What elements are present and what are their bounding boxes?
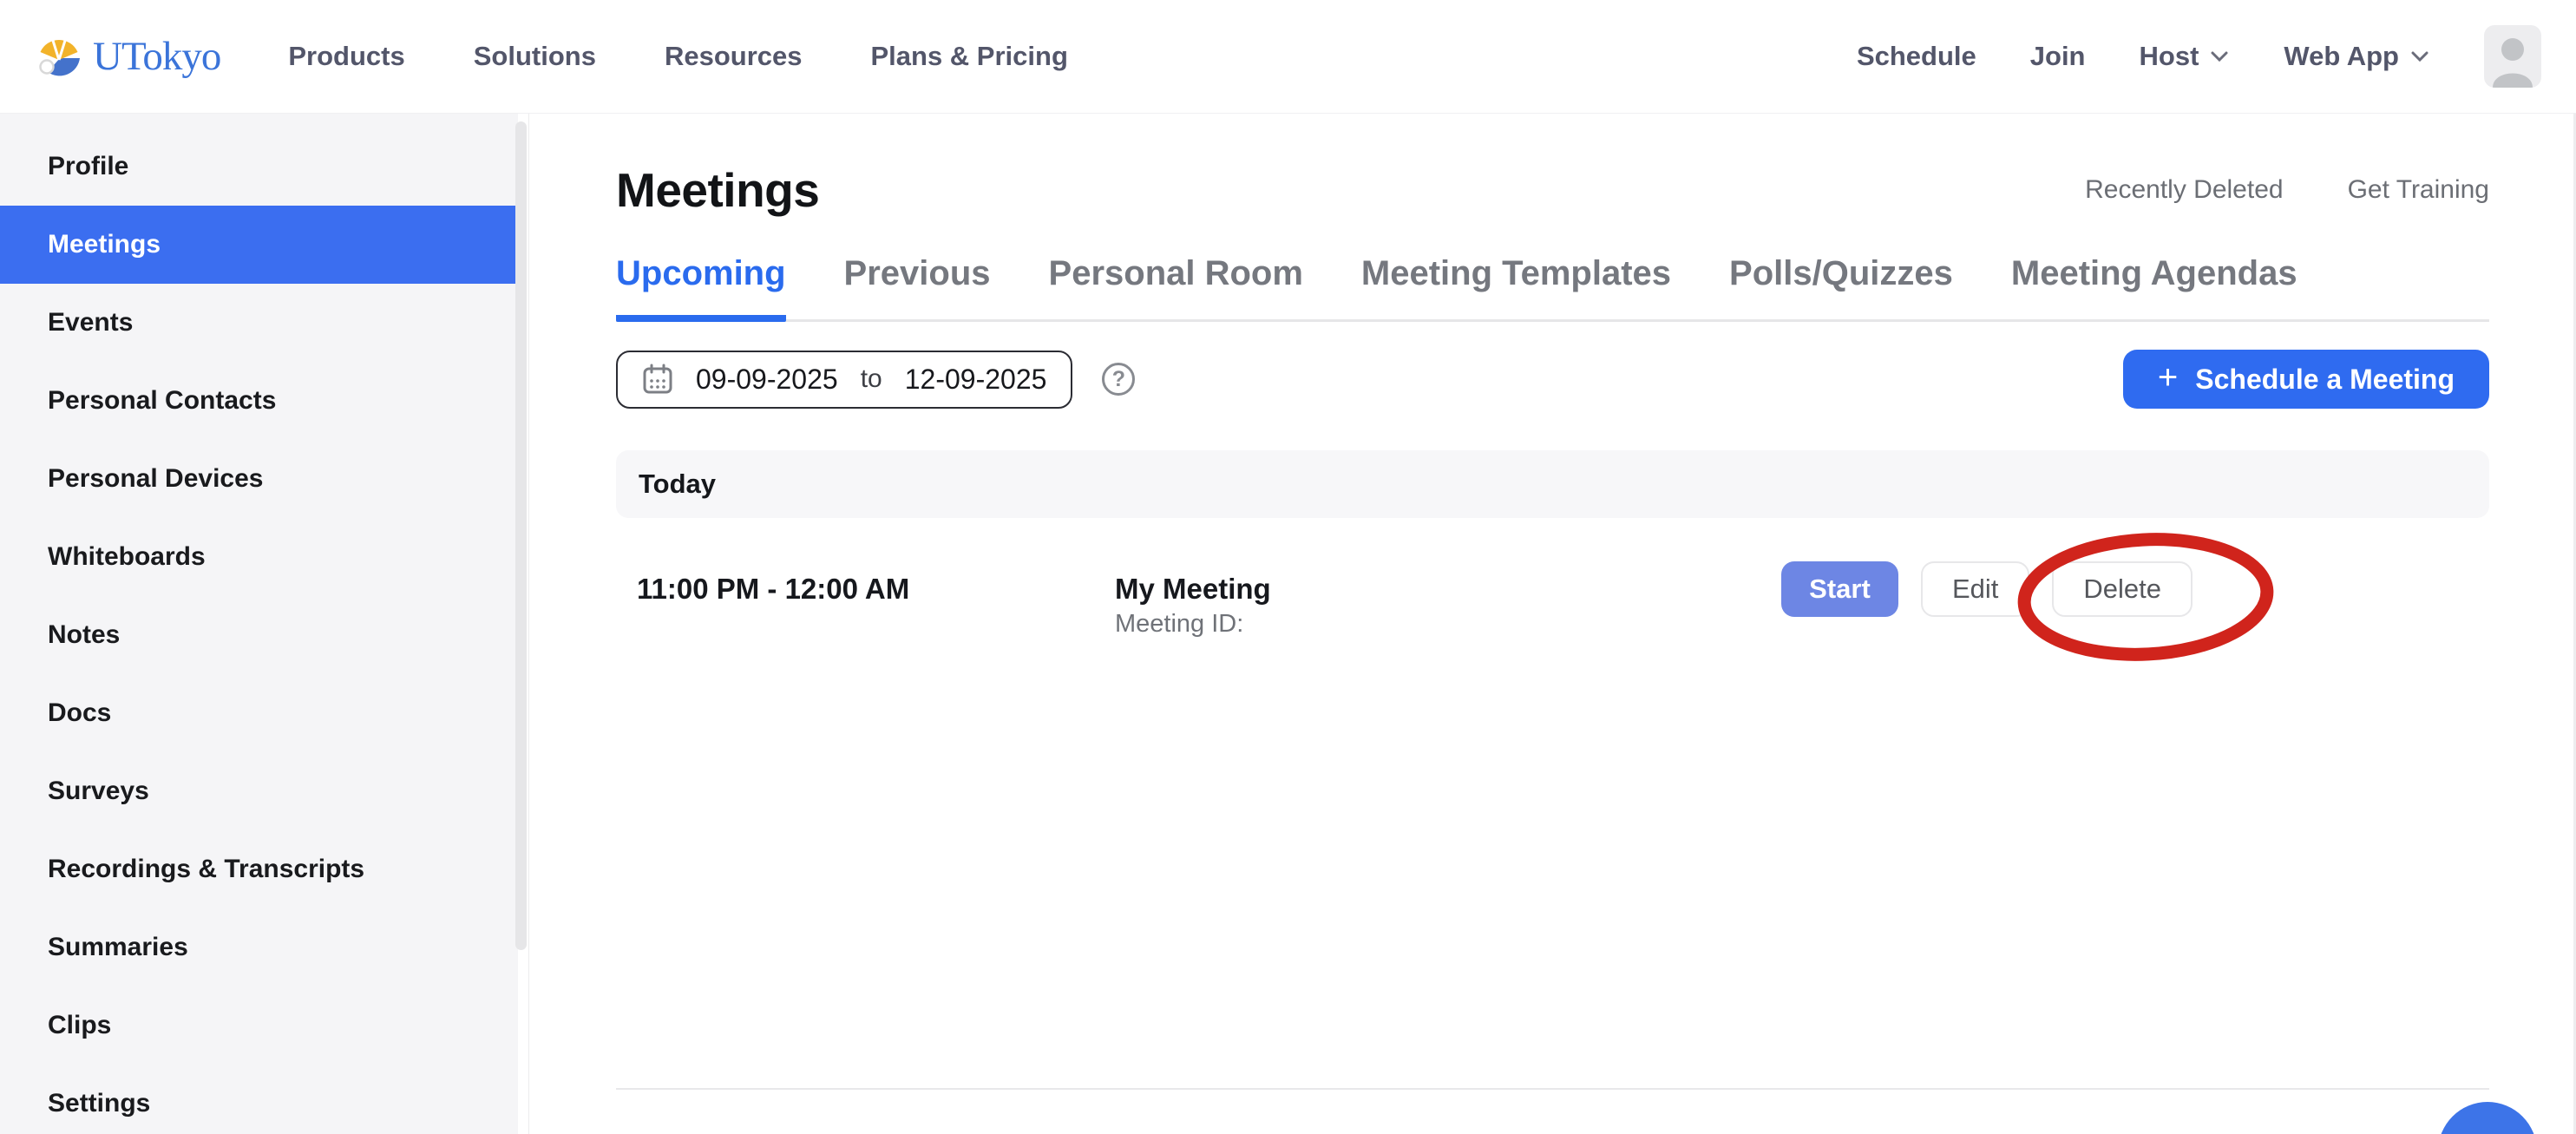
sidebar-item-clips[interactable]: Clips [0, 987, 519, 1065]
sidebar-item-personal-contacts[interactable]: Personal Contacts [0, 362, 519, 440]
profile-avatar[interactable] [2484, 25, 2541, 88]
calendar-icon [642, 364, 673, 395]
chevron-down-icon [2209, 49, 2230, 63]
recently-deleted-link[interactable]: Recently Deleted [2085, 175, 2283, 205]
sidebar-item-recordings-transcripts[interactable]: Recordings & Transcripts [0, 830, 519, 908]
tab-upcoming[interactable]: Upcoming [616, 254, 786, 322]
plus-icon: + [2158, 360, 2178, 395]
meeting-title[interactable]: My Meeting [1115, 561, 1271, 617]
nav-webapp-label: Web App [2284, 41, 2399, 72]
sidebar-scrollbar[interactable] [515, 121, 527, 950]
meeting-actions: Start Edit Delete [1781, 561, 2193, 617]
utokyo-wordmark: UTokyo [93, 33, 220, 80]
meeting-row: 11:00 PM - 12:00 AM My Meeting Meeting I… [616, 561, 2489, 639]
tab-meeting-templates[interactable]: Meeting Templates [1361, 254, 1671, 322]
nav-solutions[interactable]: Solutions [474, 41, 596, 72]
sidebar-item-surveys[interactable]: Surveys [0, 752, 519, 830]
app-body: Profile Meetings Events Personal Contact… [0, 114, 2576, 1134]
sidebar: Profile Meetings Events Personal Contact… [0, 114, 529, 1134]
nav-webapp-menu[interactable]: Web App [2284, 41, 2430, 72]
sidebar-item-profile[interactable]: Profile [0, 128, 519, 206]
edit-button[interactable]: Edit [1921, 561, 2029, 617]
get-training-link[interactable]: Get Training [2348, 175, 2489, 205]
sidebar-item-events[interactable]: Events [0, 284, 519, 362]
primary-nav: Products Solutions Resources Plans & Pri… [288, 41, 1068, 72]
bottom-divider [616, 1088, 2489, 1090]
top-navigation: UTokyo Products Solutions Resources Plan… [0, 0, 2576, 114]
date-start-value[interactable]: 09-09-2025 [696, 364, 838, 396]
nav-resources[interactable]: Resources [665, 41, 803, 72]
meeting-id-label: Meeting ID: [1115, 610, 1271, 639]
content-header: Meetings Recently Deleted Get Training [616, 162, 2489, 218]
meeting-info: My Meeting Meeting ID: [1115, 561, 1271, 639]
sidebar-item-summaries[interactable]: Summaries [0, 908, 519, 987]
tab-meeting-agendas[interactable]: Meeting Agendas [2011, 254, 2297, 322]
date-range-picker[interactable]: 09-09-2025 to 12-09-2025 [616, 351, 1072, 409]
tab-previous[interactable]: Previous [844, 254, 991, 322]
sidebar-item-meetings[interactable]: Meetings [0, 206, 519, 284]
header-links: Recently Deleted Get Training [2085, 175, 2489, 205]
meeting-time: 11:00 PM - 12:00 AM [637, 561, 1115, 617]
meetings-page: UTokyo Products Solutions Resources Plan… [0, 0, 2576, 1134]
sidebar-item-settings[interactable]: Settings [0, 1065, 519, 1134]
tab-personal-room[interactable]: Personal Room [1049, 254, 1303, 322]
nav-host-menu[interactable]: Host [2140, 41, 2231, 72]
nav-host-label: Host [2140, 41, 2199, 72]
sidebar-item-personal-devices[interactable]: Personal Devices [0, 440, 519, 518]
nav-join[interactable]: Join [2030, 41, 2086, 72]
utokyo-ginkgo-icon [37, 35, 81, 78]
schedule-meeting-label: Schedule a Meeting [2195, 364, 2455, 396]
delete-button[interactable]: Delete [2052, 561, 2193, 617]
date-range-separator: to [861, 364, 882, 394]
page-title: Meetings [616, 162, 819, 218]
today-section-header: Today [616, 450, 2489, 518]
utokyo-logo[interactable]: UTokyo [37, 33, 220, 80]
meetings-tabs: Upcoming Previous Personal Room Meeting … [616, 254, 2489, 322]
person-icon [2484, 25, 2541, 88]
sidebar-item-whiteboards[interactable]: Whiteboards [0, 518, 519, 596]
sidebar-item-docs[interactable]: Docs [0, 674, 519, 752]
start-button[interactable]: Start [1781, 561, 1898, 617]
chevron-down-icon [2409, 49, 2430, 63]
sidebar-item-notes[interactable]: Notes [0, 596, 519, 674]
help-icon[interactable]: ? [1102, 363, 1135, 396]
account-nav: Schedule Join Host Web App [1857, 25, 2541, 88]
schedule-meeting-button[interactable]: + Schedule a Meeting [2123, 350, 2489, 409]
tab-polls-quizzes[interactable]: Polls/Quizzes [1729, 254, 1953, 322]
today-label: Today [639, 469, 716, 500]
nav-plans-pricing[interactable]: Plans & Pricing [870, 41, 1067, 72]
list-controls: 09-09-2025 to 12-09-2025 ? + Schedule a … [616, 350, 2489, 409]
main-content: Meetings Recently Deleted Get Training U… [529, 114, 2576, 1134]
date-end-value[interactable]: 12-09-2025 [905, 364, 1047, 396]
nav-schedule[interactable]: Schedule [1857, 41, 1976, 72]
nav-products[interactable]: Products [288, 41, 404, 72]
